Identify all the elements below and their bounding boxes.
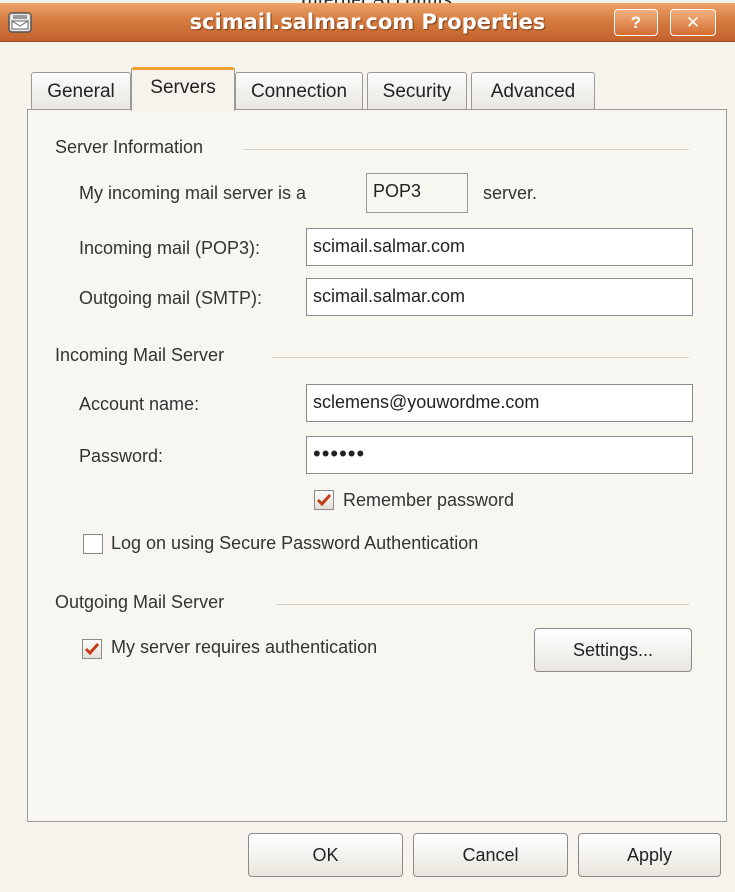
apply-button[interactable]: Apply [578, 833, 721, 877]
requires-auth-label: My server requires authentication [111, 637, 378, 657]
group-divider [272, 357, 689, 358]
group-divider [276, 604, 689, 605]
outgoing-mail-server-group-label: Outgoing Mail Server [55, 592, 225, 612]
tab-servers[interactable]: Servers [131, 67, 235, 111]
remember-password-label: Remember password [343, 490, 515, 510]
incoming-server-type: POP3 [366, 173, 468, 213]
incoming-type-prefix: My incoming mail server is a [79, 183, 307, 203]
account-name-label: Account name: [79, 394, 200, 414]
tab-connection[interactable]: Connection [235, 72, 363, 110]
spa-checkbox[interactable] [83, 534, 103, 554]
account-name-field[interactable]: sclemens@youwordme.com [306, 384, 693, 422]
checkmark-icon [84, 643, 100, 656]
help-button[interactable]: ? [614, 9, 658, 36]
outgoing-mail-field[interactable]: scimail.salmar.com [306, 278, 693, 316]
tab-security[interactable]: Security [367, 72, 467, 110]
incoming-type-suffix: server. [483, 183, 538, 203]
password-field[interactable]: •••••• [306, 436, 693, 474]
close-button[interactable]: ✕ [670, 9, 716, 36]
requires-auth-checkbox[interactable] [82, 639, 102, 659]
server-information-group-label: Server Information [55, 137, 204, 157]
cancel-button[interactable]: Cancel [413, 833, 568, 877]
title-bar: scimail.salmar.com Properties ? ✕ [0, 3, 735, 42]
password-label: Password: [79, 446, 164, 466]
incoming-mail-server-group-label: Incoming Mail Server [55, 345, 225, 365]
settings-button[interactable]: Settings... [534, 628, 692, 672]
outgoing-mail-label: Outgoing mail (SMTP): [79, 288, 263, 308]
tab-general[interactable]: General [31, 72, 131, 110]
incoming-mail-field[interactable]: scimail.salmar.com [306, 228, 693, 266]
ok-button[interactable]: OK [248, 833, 403, 877]
remember-password-checkbox[interactable] [314, 490, 334, 510]
group-divider [243, 149, 689, 150]
tab-advanced[interactable]: Advanced [471, 72, 595, 110]
checkmark-icon [316, 494, 332, 507]
incoming-mail-label: Incoming mail (POP3): [79, 238, 261, 258]
spa-label: Log on using Secure Password Authenticat… [111, 533, 479, 553]
